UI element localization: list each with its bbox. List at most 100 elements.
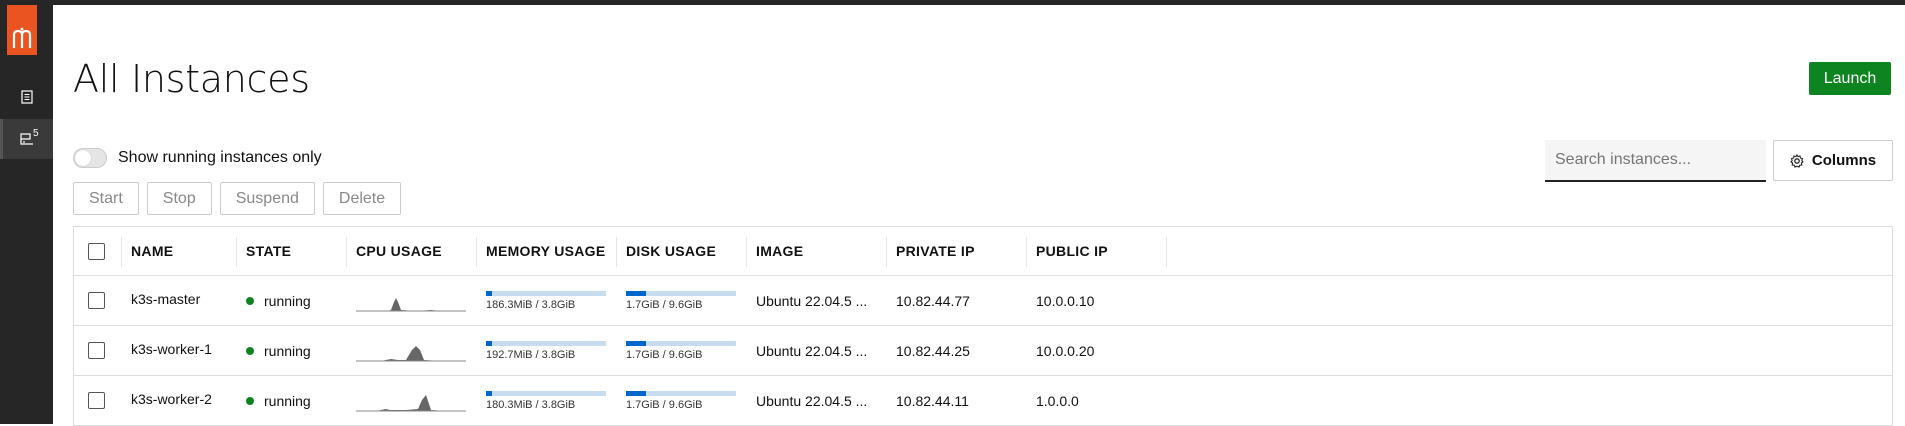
- column-header-image[interactable]: IMAGE: [756, 227, 803, 275]
- column-divider: [1166, 237, 1167, 267]
- state-label: running: [264, 342, 311, 359]
- toggle-knob: [75, 150, 91, 166]
- gear-icon: [1790, 153, 1804, 168]
- column-header-disk[interactable]: DISK USAGE: [626, 227, 716, 275]
- stop-button[interactable]: Stop: [146, 182, 212, 215]
- memory-meter: 192.7MiB / 3.8GiB: [486, 340, 606, 361]
- sidebar: 5: [0, 5, 53, 424]
- row-select-cell: [88, 326, 105, 375]
- launch-button[interactable]: Launch: [1809, 62, 1891, 95]
- delete-button[interactable]: Delete: [322, 182, 402, 215]
- column-header-cpu[interactable]: CPU USAGE: [356, 227, 442, 275]
- memory-meter: 186.3MiB / 3.8GiB: [486, 290, 606, 311]
- instance-private-ip: 10.82.44.25: [896, 342, 970, 359]
- logo-icon: [12, 27, 32, 48]
- memory-usage-text: 186.3MiB / 3.8GiB: [486, 298, 576, 311]
- running-filter: Show running instances only: [73, 148, 322, 168]
- instance-public-ip: 10.0.0.20: [1036, 342, 1095, 359]
- memory-meter-track: [486, 290, 606, 296]
- instance-image: Ubuntu 22.04.5 ...: [756, 342, 868, 359]
- disk-meter-fill: [626, 390, 646, 396]
- instance-name[interactable]: k3s-worker-1: [131, 324, 212, 373]
- suspend-button[interactable]: Suspend: [219, 182, 315, 215]
- column-divider: [1026, 237, 1027, 267]
- disk-usage: 1.7GiB / 9.6GiB: [626, 276, 736, 325]
- column-header-state[interactable]: STATE: [246, 227, 291, 275]
- instance-state: running: [246, 326, 311, 375]
- search-box: [1545, 140, 1766, 182]
- cpu-usage-sparkline: [356, 326, 466, 375]
- column-divider: [121, 237, 122, 267]
- column-divider: [236, 237, 237, 267]
- cpu-usage-sparkline: [356, 276, 466, 325]
- select-all-checkbox[interactable]: [88, 242, 105, 260]
- disk-usage-text: 1.7GiB / 9.6GiB: [626, 298, 703, 311]
- instance-state: running: [246, 276, 311, 325]
- instance-name[interactable]: k3s-master: [131, 274, 200, 323]
- running-status-dot: [246, 296, 254, 305]
- disk-meter-track: [626, 390, 736, 396]
- memory-meter-track: [486, 340, 606, 346]
- table-row[interactable]: k3s-worker-2 running 180.3MiB / 3.8GiB 1…: [74, 376, 1892, 426]
- table-row[interactable]: k3s-master running 186.3MiB / 3.8GiB 1.7…: [74, 276, 1892, 326]
- state-label: running: [264, 292, 311, 309]
- column-divider: [616, 237, 617, 267]
- disk-usage-text: 1.7GiB / 9.6GiB: [626, 398, 703, 411]
- memory-meter-fill: [486, 390, 492, 396]
- disk-meter-fill: [626, 340, 646, 346]
- memory-meter: 180.3MiB / 3.8GiB: [486, 390, 606, 411]
- columns-button[interactable]: Columns: [1773, 140, 1893, 181]
- disk-meter: 1.7GiB / 9.6GiB: [626, 290, 736, 311]
- running-status-dot: [246, 346, 254, 355]
- cpu-sparkline: [356, 297, 466, 311]
- instance-name[interactable]: k3s-worker-2: [131, 374, 212, 423]
- disk-meter: 1.7GiB / 9.6GiB: [626, 390, 736, 411]
- instance-image: Ubuntu 22.04.5 ...: [756, 292, 868, 309]
- instance-public-ip: 1.0.0.0: [1036, 392, 1079, 409]
- disk-meter-track: [626, 290, 736, 296]
- disk-meter-fill: [626, 290, 646, 296]
- instance-actions: Start Stop Suspend Delete: [73, 182, 402, 215]
- instance-state: running: [246, 376, 311, 425]
- disk-meter-track: [626, 340, 736, 346]
- memory-usage-text: 192.7MiB / 3.8GiB: [486, 348, 576, 361]
- table-row[interactable]: k3s-worker-1 running 192.7MiB / 3.8GiB 1…: [74, 326, 1892, 376]
- memory-usage: 180.3MiB / 3.8GiB: [486, 376, 606, 425]
- column-divider: [476, 237, 477, 267]
- memory-usage: 186.3MiB / 3.8GiB: [486, 276, 606, 325]
- column-divider: [346, 237, 347, 267]
- instances-count-badge: 5: [33, 128, 39, 139]
- cpu-usage-sparkline: [356, 376, 466, 425]
- column-header-memory[interactable]: MEMORY USAGE: [486, 227, 606, 275]
- sidebar-item-catalogue[interactable]: [0, 77, 53, 117]
- running-only-label: Show running instances only: [118, 149, 322, 166]
- cpu-sparkline: [356, 394, 466, 411]
- memory-usage: 192.7MiB / 3.8GiB: [486, 326, 606, 375]
- columns-label: Columns: [1811, 152, 1877, 169]
- sidebar-item-instances[interactable]: 5: [0, 119, 53, 159]
- select-all-cell: [88, 227, 105, 275]
- catalogue-icon: [20, 90, 33, 104]
- instance-public-ip: 10.0.0.10: [1036, 292, 1095, 309]
- column-header-private-ip[interactable]: PRIVATE IP: [896, 227, 975, 275]
- search-input[interactable]: [1555, 151, 1762, 169]
- row-checkbox[interactable]: [88, 342, 105, 359]
- row-checkbox[interactable]: [88, 292, 105, 309]
- column-divider: [886, 237, 887, 267]
- column-header-public-ip[interactable]: PUBLIC IP: [1036, 227, 1108, 275]
- running-status-dot: [246, 396, 254, 405]
- multipass-logo[interactable]: [7, 5, 37, 55]
- column-divider: [746, 237, 747, 267]
- main-content: All Instances Launch Show running instan…: [53, 5, 1905, 426]
- start-button[interactable]: Start: [73, 182, 139, 215]
- instance-private-ip: 10.82.44.11: [896, 392, 969, 409]
- instance-image: Ubuntu 22.04.5 ...: [756, 392, 868, 409]
- cpu-sparkline: [356, 345, 466, 361]
- instance-private-ip: 10.82.44.77: [896, 292, 970, 309]
- running-only-toggle[interactable]: [73, 148, 107, 168]
- column-header-name[interactable]: NAME: [131, 227, 173, 275]
- row-checkbox[interactable]: [88, 392, 105, 409]
- disk-usage: 1.7GiB / 9.6GiB: [626, 326, 736, 375]
- row-select-cell: [88, 276, 105, 325]
- disk-usage-text: 1.7GiB / 9.6GiB: [626, 348, 703, 361]
